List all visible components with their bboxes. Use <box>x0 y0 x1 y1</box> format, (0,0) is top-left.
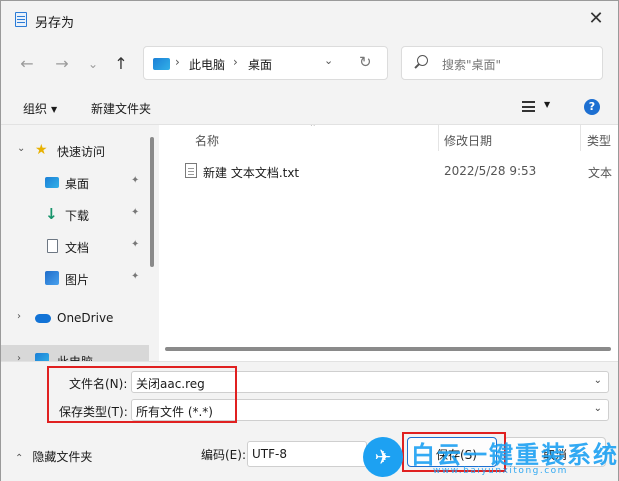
caret-down-icon[interactable]: ▼ <box>544 100 550 109</box>
sidebar-item-documents[interactable]: 文档 ✦ <box>1 231 149 261</box>
desktop-icon <box>45 177 59 188</box>
navigation-bar: ← → ⌄ ↑ › 此电脑 › 桌面 ⌄ ↻ 搜索"桌面" <box>1 41 618 89</box>
hide-folders-label: 隐藏文件夹 <box>32 450 93 464</box>
sidebar-item-this-pc[interactable]: › 此电脑 <box>1 345 149 361</box>
file-row[interactable]: 新建 文本文档.txt 2022/5/28 9:53 文本 <box>183 161 613 181</box>
pin-icon: ✦ <box>131 271 140 282</box>
file-type: 文本 <box>588 166 613 180</box>
horizontal-scrollbar[interactable] <box>165 347 611 351</box>
sort-ascending-icon: ⌃ <box>309 125 317 133</box>
address-bar[interactable]: › 此电脑 › 桌面 ⌄ ↻ <box>143 46 388 80</box>
column-divider[interactable] <box>438 125 439 151</box>
pictures-icon <box>45 271 59 285</box>
chevron-down-icon[interactable]: ⌄ <box>594 403 602 414</box>
column-header-modified[interactable]: 修改日期 <box>444 132 492 149</box>
help-icon[interactable]: ? <box>584 99 600 115</box>
cloud-icon <box>35 314 51 323</box>
dialog-footer: ⌃ 隐藏文件夹 编码(E): UTF-8 保存(S) 取消 <box>1 423 618 481</box>
navigation-pane: ⌄ ★ 快速访问 桌面 ✦ ↓ 下载 ✦ 文档 ✦ 图片 ✦ › OneDriv… <box>1 125 157 361</box>
title-bar: 另存为 ✕ <box>1 1 618 39</box>
organize-label: 组织 <box>23 102 48 116</box>
forward-button[interactable]: → <box>51 53 73 75</box>
refresh-icon[interactable]: ↻ <box>359 53 372 71</box>
sidebar-item-label: OneDrive <box>57 311 114 325</box>
sidebar-item-label: 此电脑 <box>57 353 93 361</box>
pin-icon: ✦ <box>131 239 140 250</box>
sidebar-item-downloads[interactable]: ↓ 下载 ✦ <box>1 199 149 229</box>
sidebar-item-onedrive[interactable]: › OneDrive <box>1 303 149 333</box>
up-button[interactable]: ↑ <box>110 53 132 75</box>
dialog-title: 另存为 <box>35 16 75 31</box>
this-pc-icon <box>153 58 170 70</box>
view-options-icon[interactable] <box>522 101 535 112</box>
cancel-label: 取消 <box>543 448 568 462</box>
sidebar-item-desktop[interactable]: 桌面 ✦ <box>1 167 149 197</box>
sidebar-item-pictures[interactable]: 图片 ✦ <box>1 263 149 293</box>
chevron-right-icon[interactable]: › <box>17 353 21 361</box>
back-button[interactable]: ← <box>16 53 38 75</box>
hide-folders-button[interactable]: ⌃ 隐藏文件夹 <box>15 448 92 465</box>
column-header-name[interactable]: 名称 <box>195 132 219 149</box>
search-icon <box>417 55 428 66</box>
sidebar-item-label: 图片 <box>65 273 90 287</box>
encoding-label: 编码(E): <box>201 448 246 462</box>
pin-icon: ✦ <box>131 175 140 186</box>
sidebar-item-label: 桌面 <box>65 177 90 191</box>
encoding-value: UTF-8 <box>252 447 287 461</box>
highlight-box-save-button <box>402 432 506 472</box>
cancel-button[interactable]: 取消 <box>504 437 606 467</box>
star-icon: ★ <box>35 142 48 158</box>
sidebar-item-label: 下载 <box>65 209 90 223</box>
new-folder-button[interactable]: 新建文件夹 <box>91 100 151 117</box>
chevron-up-icon: ⌃ <box>15 453 24 464</box>
save-as-dialog: 另存为 ✕ ← → ⌄ ↑ › 此电脑 › 桌面 ⌄ ↻ 搜索"桌面" 组织 ▼ … <box>0 0 619 481</box>
sidebar-scrollbar[interactable] <box>150 137 154 267</box>
recent-locations-button[interactable]: ⌄ <box>82 53 104 75</box>
chevron-down-icon[interactable]: ⌄ <box>17 143 25 154</box>
document-icon <box>47 239 58 253</box>
file-list: ⌃ 名称 修改日期 类型 新建 文本文档.txt 2022/5/28 9:53 … <box>159 125 618 361</box>
caret-down-icon: ▼ <box>51 105 58 114</box>
highlight-box-form-labels <box>47 366 237 423</box>
column-divider[interactable] <box>580 125 581 151</box>
search-input[interactable]: 搜索"桌面" <box>442 56 501 73</box>
file-modified: 2022/5/28 9:53 <box>444 164 537 178</box>
notepad-icon <box>15 12 27 27</box>
chevron-right-icon[interactable]: › <box>17 311 21 322</box>
pc-icon <box>35 353 49 361</box>
address-dropdown-icon[interactable]: ⌄ <box>324 54 333 67</box>
text-file-icon <box>185 163 197 178</box>
sidebar-item-label: 文档 <box>65 241 90 255</box>
sidebar-item-label: 快速访问 <box>57 145 106 159</box>
column-header-type[interactable]: 类型 <box>587 132 611 149</box>
pin-icon: ✦ <box>131 207 140 218</box>
address-separator: › <box>233 55 238 69</box>
sidebar-item-quick-access[interactable]: ⌄ ★ 快速访问 <box>1 135 149 165</box>
encoding-select[interactable]: UTF-8 <box>247 441 367 467</box>
address-separator: › <box>175 55 180 69</box>
download-icon: ↓ <box>45 205 58 223</box>
search-box[interactable]: 搜索"桌面" <box>401 46 603 80</box>
breadcrumb-desktop[interactable]: 桌面 <box>248 56 272 73</box>
chevron-down-icon[interactable]: ⌄ <box>594 375 602 386</box>
organize-button[interactable]: 组织 ▼ <box>23 100 57 117</box>
close-button[interactable]: ✕ <box>586 9 606 29</box>
breadcrumb-this-pc[interactable]: 此电脑 <box>189 56 225 73</box>
file-name: 新建 文本文档.txt <box>203 166 300 180</box>
command-bar: 组织 ▼ 新建文件夹 ▼ ? <box>1 89 618 125</box>
